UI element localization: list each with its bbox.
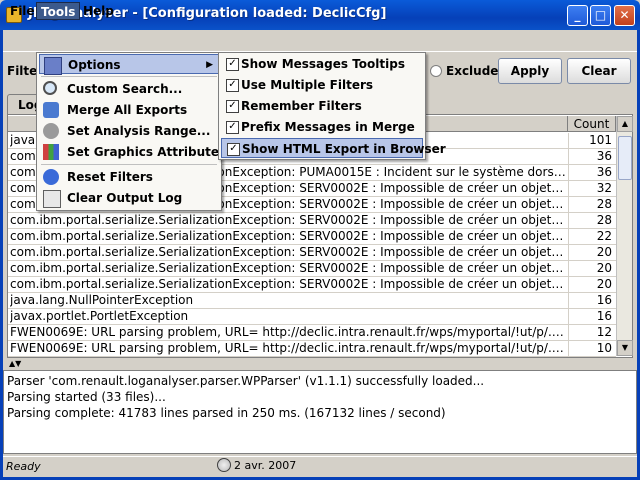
submenu-arrow-icon: ▶ [206, 60, 213, 70]
checkbox-checked-icon[interactable]: ✓ [226, 79, 239, 92]
menu-separator [41, 76, 217, 77]
count-cell: 36 [568, 165, 614, 180]
option-remember-filters[interactable]: ✓ Remember Filters [221, 96, 423, 116]
range-icon [43, 123, 59, 139]
clear-button[interactable]: Clear [567, 58, 631, 84]
graphics-icon [43, 144, 59, 160]
message-cell: com.ibm.portal.serialize.SerializationEx… [10, 229, 566, 243]
table-scrollbar[interactable]: ▲ ▼ [616, 116, 633, 356]
scroll-thumb[interactable] [618, 136, 632, 180]
table-row[interactable]: com.ibm.portal.serialize.SerializationEx… [8, 213, 616, 229]
option-use-multiple-filters[interactable]: ✓ Use Multiple Filters [221, 75, 423, 95]
table-row[interactable]: com.ibm.portal.serialize.SerializationEx… [8, 229, 616, 245]
message-cell: com.ibm.portal.serialize.SerializationEx… [10, 213, 566, 227]
tools-menu: Options ▶ Custom Search... Merge All Exp… [36, 52, 240, 211]
minimize-button[interactable]: _ [567, 5, 588, 26]
count-cell: 36 [568, 149, 614, 164]
count-cell: 101 [568, 133, 614, 148]
menu-item-set-analysis-range[interactable]: Set Analysis Range... [39, 121, 219, 141]
menu-item-set-graphics-attributes[interactable]: Set Graphics Attributes... [39, 142, 240, 162]
table-row[interactable]: FWEN0069E: URL parsing problem, URL= htt… [8, 325, 616, 341]
menu-item-clear-output-log[interactable]: Clear Output Log [39, 188, 219, 208]
menu-help[interactable]: Help [79, 2, 118, 20]
status-text: Ready [6, 460, 41, 473]
scroll-up-icon[interactable]: ▲ [617, 116, 633, 132]
log-line: Parsing started (33 files)... [7, 390, 166, 404]
status-bar [3, 456, 637, 476]
options-submenu: ✓ Show Messages Tooltips ✓ Use Multiple … [218, 52, 446, 160]
message-cell: FWEN0069E: URL parsing problem, URL= htt… [10, 341, 566, 355]
exclude-label: Exclude [446, 64, 499, 78]
menu-separator [41, 164, 217, 165]
close-button[interactable]: ✕ [614, 5, 635, 26]
message-cell: com.ibm.portal.serialize.SerializationEx… [10, 245, 566, 259]
count-cell: 10 [568, 341, 614, 356]
count-cell: 28 [568, 197, 614, 212]
message-cell: java.lang.NullPointerException [10, 293, 194, 307]
menu-item-custom-search[interactable]: Custom Search... [39, 79, 219, 99]
count-cell: 20 [568, 261, 614, 276]
count-cell: 20 [568, 245, 614, 260]
menu-item-merge-all-exports[interactable]: Merge All Exports [39, 100, 219, 120]
count-cell: 22 [568, 229, 614, 244]
scroll-down-icon[interactable]: ▼ [617, 340, 633, 356]
menu-item-reset-filters[interactable]: Reset Filters [39, 167, 219, 187]
message-cell: com.ibm.portal.serialize.SerializationEx… [10, 261, 566, 275]
clock-icon [217, 458, 231, 472]
table-row[interactable]: com.ibm.portal.serialize.SerializationEx… [8, 261, 616, 277]
count-column-header[interactable]: Count [568, 116, 616, 132]
checkbox-checked-icon[interactable]: ✓ [226, 121, 239, 134]
reset-icon [43, 169, 59, 185]
clear-log-icon [43, 190, 61, 208]
checkbox-checked-icon[interactable]: ✓ [227, 143, 240, 156]
checkbox-checked-icon[interactable]: ✓ [226, 100, 239, 113]
log-line: Parser 'com.renault.loganalyser.parser.W… [7, 374, 485, 388]
option-show-messages-tooltips[interactable]: ✓ Show Messages Tooltips [221, 54, 423, 74]
exclude-radio[interactable] [430, 65, 442, 77]
options-icon [44, 57, 62, 75]
merge-icon [43, 102, 59, 118]
checkbox-checked-icon[interactable]: ✓ [226, 58, 239, 71]
menu-item-options[interactable]: Options ▶ [39, 54, 219, 75]
option-show-html-export-in-browser[interactable]: ✓ Show HTML Export in Browser [221, 138, 446, 158]
maximize-button[interactable]: □ [590, 5, 611, 26]
message-cell: com.ibm.portal.serialize.SerializationEx… [10, 277, 566, 291]
magnifier-icon [43, 81, 57, 95]
menu-tools[interactable]: Tools [36, 2, 81, 20]
count-cell: 28 [568, 213, 614, 228]
status-date: 2 avr. 2007 [234, 459, 297, 472]
table-row[interactable]: com.ibm.portal.serialize.SerializationEx… [8, 245, 616, 261]
message-cell: javax.portlet.PortletException [10, 309, 189, 323]
menubar [3, 30, 637, 52]
split-pane-divider[interactable]: ▲▼ [7, 360, 633, 368]
count-cell: 12 [568, 325, 614, 340]
menu-file[interactable]: File [6, 2, 39, 20]
output-log: Parser 'com.renault.loganalyser.parser.W… [3, 370, 637, 454]
option-prefix-messages-in-merge[interactable]: ✓ Prefix Messages in Merge [221, 117, 423, 137]
count-cell: 16 [568, 309, 614, 324]
apply-button[interactable]: Apply [498, 58, 562, 84]
table-row[interactable]: java.lang.NullPointerException 16 [8, 293, 616, 309]
table-row[interactable]: com.ibm.portal.serialize.SerializationEx… [8, 277, 616, 293]
count-cell: 16 [568, 293, 614, 308]
count-cell: 32 [568, 181, 614, 196]
table-row[interactable]: javax.portlet.PortletException 16 [8, 309, 616, 325]
log-line: Parsing complete: 41783 lines parsed in … [7, 406, 446, 420]
table-row[interactable]: FWEN0069E: URL parsing problem, URL= htt… [8, 341, 616, 357]
count-cell: 20 [568, 277, 614, 292]
message-cell: FWEN0069E: URL parsing problem, URL= htt… [10, 325, 566, 339]
